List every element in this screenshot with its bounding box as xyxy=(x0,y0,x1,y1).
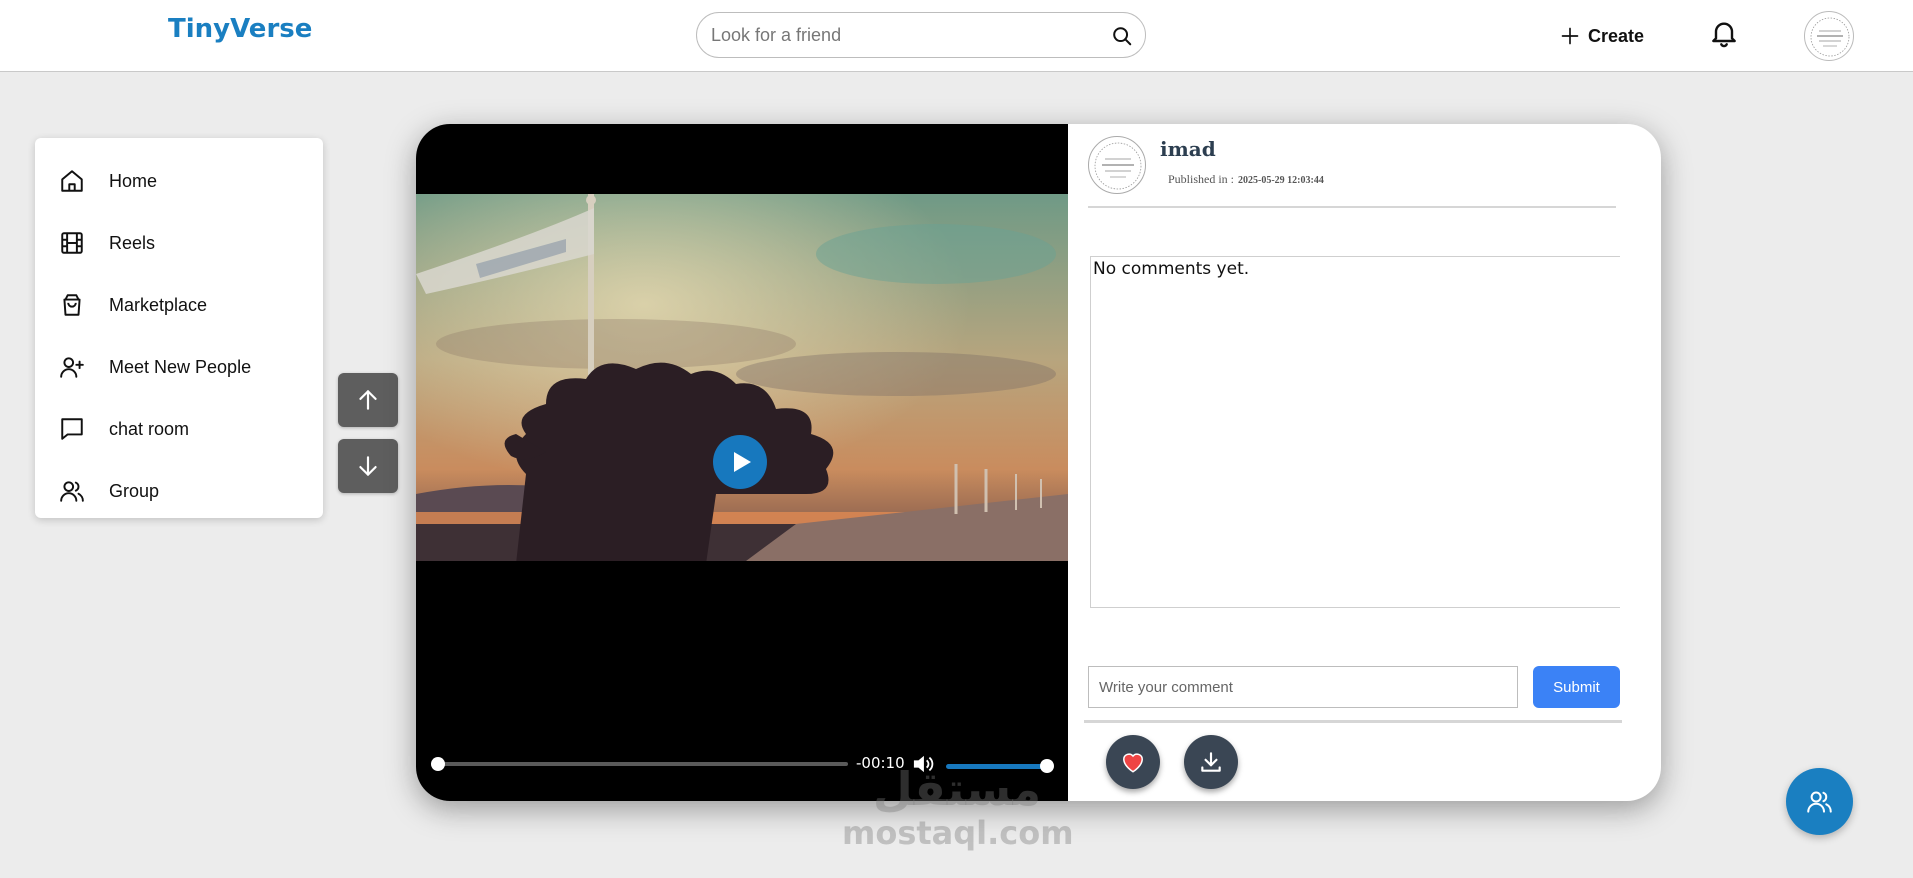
published-info: Published in :2025-05-29 12:03:44 xyxy=(1168,172,1324,187)
divider xyxy=(1084,720,1622,723)
previous-post-button[interactable] xyxy=(338,373,398,427)
watermark-latin: mostaql.com xyxy=(842,814,1074,852)
seek-handle[interactable] xyxy=(431,757,445,771)
divider xyxy=(1088,206,1616,208)
post-details: imad Published in :2025-05-29 12:03:44 N… xyxy=(1068,124,1661,801)
users-icon xyxy=(60,481,84,502)
author-avatar[interactable] xyxy=(1088,136,1146,194)
no-comments-text: No comments yet. xyxy=(1093,259,1250,279)
volume-slider[interactable] xyxy=(946,759,1054,773)
search-icon[interactable] xyxy=(1111,25,1133,47)
submit-comment-button[interactable]: Submit xyxy=(1533,666,1620,708)
time-remaining: -00:10 xyxy=(856,754,905,772)
user-plus-icon xyxy=(60,357,84,378)
sidebar-item-label: chat room xyxy=(109,418,190,439)
create-label: Create xyxy=(1588,25,1645,46)
sidebar-item-label: Home xyxy=(109,170,158,191)
sidebar-item-label: Marketplace xyxy=(109,294,208,315)
create-button[interactable]: Create xyxy=(1560,22,1644,50)
next-post-button[interactable] xyxy=(338,439,398,493)
app-logo[interactable]: TinyVerse xyxy=(168,14,312,44)
bell-icon[interactable] xyxy=(1708,16,1740,50)
search-bar xyxy=(696,12,1146,58)
shopping-bag-icon xyxy=(63,294,81,316)
comments-box[interactable]: No comments yet. xyxy=(1090,256,1620,608)
like-button[interactable] xyxy=(1106,735,1160,789)
play-button[interactable] xyxy=(713,435,767,489)
video-thumbnail xyxy=(416,194,1068,561)
sidebar-item-marketplace[interactable]: Marketplace xyxy=(35,274,323,336)
video-seek-bar[interactable] xyxy=(431,757,848,771)
published-date: 2025-05-29 12:03:44 xyxy=(1238,175,1324,186)
sidebar-item-group[interactable]: Group xyxy=(35,460,323,522)
avatar-image xyxy=(1094,142,1142,190)
author-name[interactable]: imad xyxy=(1160,137,1216,161)
sidebar-item-chat-room[interactable]: chat room xyxy=(35,398,323,460)
top-navbar: TinyVerse Create xyxy=(0,0,1913,72)
friends-fab-button[interactable] xyxy=(1786,768,1853,835)
search-input[interactable] xyxy=(711,21,1091,49)
sidebar-item-reels[interactable]: Reels xyxy=(35,212,323,274)
heart-icon xyxy=(1123,753,1143,773)
user-avatar[interactable] xyxy=(1804,11,1854,61)
avatar-image xyxy=(1810,17,1850,57)
chat-bubble-icon xyxy=(61,418,83,440)
play-icon xyxy=(734,452,751,472)
comment-input[interactable] xyxy=(1088,666,1518,708)
sidebar-item-label: Meet New People xyxy=(109,356,252,377)
download-icon xyxy=(1201,752,1221,772)
sidebar-item-home[interactable]: Home xyxy=(35,150,323,212)
sidebar-menu: Home Reels Marketplace Meet New People c… xyxy=(35,138,323,518)
home-icon xyxy=(61,170,83,192)
arrow-down-icon xyxy=(359,456,377,476)
film-icon xyxy=(61,232,83,254)
users-icon xyxy=(1807,791,1832,813)
sidebar-item-meet-new-people[interactable]: Meet New People xyxy=(35,336,323,398)
video-player[interactable]: -00:10 xyxy=(416,124,1068,801)
volume-icon[interactable] xyxy=(912,754,934,774)
sidebar-item-label: Reels xyxy=(109,232,156,253)
published-label: Published in : xyxy=(1168,172,1235,186)
download-button[interactable] xyxy=(1184,735,1238,789)
volume-handle[interactable] xyxy=(1040,759,1054,773)
plus-icon xyxy=(1561,27,1579,45)
reel-post-card: -00:10 imad Published in :2025-05-29 12:… xyxy=(416,124,1661,801)
arrow-up-icon xyxy=(359,390,377,410)
video-frame[interactable] xyxy=(416,194,1068,561)
sidebar-item-label: Group xyxy=(109,480,160,501)
